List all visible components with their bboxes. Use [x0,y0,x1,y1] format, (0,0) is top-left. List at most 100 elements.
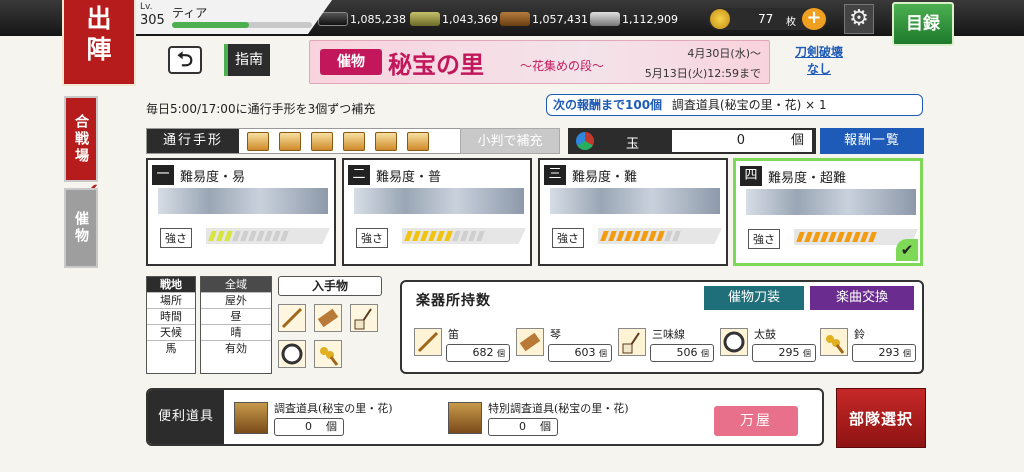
whetstone-icon [500,12,530,26]
instrument-flute: 笛 682 個 [414,326,518,366]
event-date-end: 5月13日(火)12:59まで [644,67,761,80]
add-koban-button[interactable]: + [802,8,826,30]
exp-bar [172,22,312,28]
strength-gauge [402,228,526,244]
charcoal-icon [318,12,348,26]
survey-tool-unit: 個 [326,420,337,433]
event-banner[interactable]: 催物 秘宝の里 ～花集めの段～ 4月30日(水)～ 5月13日(火)12:59ま… [309,40,770,84]
strength-label: 強さ [552,228,584,248]
strength-gauge [206,228,330,244]
resource-value: 1,057,431 [532,12,588,26]
shop-button[interactable]: 万屋 [714,406,798,436]
level-value: 305 [140,13,165,28]
flute-icon[interactable] [278,304,306,332]
obtainable-label: 入手物 [278,276,382,296]
instrument-inventory-panel: 楽器所持数 催物刀装 楽曲交換 笛 682 個 琴 603 個 三味線 506 … [400,280,924,374]
drum-icon [720,328,748,356]
special-survey-tool-icon [448,402,482,434]
difficulty-card-extreme[interactable]: 四難易度・超難 強さ ✔ [733,158,923,266]
instrument-unit: 個 [803,349,811,358]
strength-label: 強さ [160,228,192,248]
condition-value: 晴 [201,325,271,341]
instrument-name: 琴 [550,328,561,341]
tama-value-box: 0個 [672,130,812,152]
pass-ticket-icon [247,132,269,151]
difficulty-number: 二 [348,165,370,185]
resource-steel: 1,112,909 [590,10,678,28]
instrument-drum: 太鼓 295 個 [720,326,824,366]
difficulty-card-hard[interactable]: 三難易度・難 強さ [538,158,728,266]
survey-tool-count-box: 0個 [274,418,344,436]
squad-select-button[interactable]: 部隊選択 [836,388,926,448]
tab-treasure-event[interactable]: 催物 [64,188,98,268]
reward-list-button[interactable]: 報酬一覧 [820,128,924,154]
difficulty-number: 四 [740,166,762,186]
convenience-items-panel: 便利道具 調査道具(秘宝の里・花) 0個 特別調査道具(秘宝の里・花) 0個 万… [146,388,824,446]
map-preview-image [354,188,524,214]
instrument-unit: 個 [701,349,709,358]
pass-ticket-icon [375,132,397,151]
condition-header: 戦地 [147,277,195,293]
daily-refill-note: 毎日5:00/17:00に通行手形を3個ずつ補充 [146,102,376,116]
obtainable-items: 入手物 [278,276,382,374]
instrument-unit: 個 [903,349,911,358]
sword-break-info[interactable]: 刀剣破壊 なし [786,44,852,82]
special-survey-tool-count: 0 [519,420,526,433]
strength-segment [280,231,289,241]
catalog-button[interactable]: 目録 [892,2,954,46]
gear-icon[interactable]: ⚙ [844,4,874,34]
flute-icon [414,328,442,356]
difficulty-label: 難易度・超難 [768,170,847,186]
pass-ticket-icon [343,132,365,151]
special-survey-tool-count-box: 0個 [488,418,558,436]
bell-icon[interactable] [314,340,342,368]
difficulty-card-easy[interactable]: 一難易度・易 強さ [146,158,336,266]
drum-icon[interactable] [278,340,306,368]
player-name: ティア [172,6,208,20]
conditions-headers: 戦地 場所 時間 天候 馬 [146,276,196,374]
survey-tool-icon [234,402,268,434]
condition-value: 昼 [201,309,271,325]
instrument-name: 太鼓 [754,328,776,341]
next-reward-item: 調査道具(秘宝の里・花) × 1 [671,98,827,112]
condition-header: 馬 [165,342,177,355]
condition-value: 有効 [225,342,247,355]
instrument-unit: 個 [599,349,607,358]
special-survey-tool-name: 特別調査道具(秘宝の里・花) [488,402,629,415]
difficulty-card-normal[interactable]: 二難易度・普 強さ [342,158,532,266]
guide-button[interactable]: 指南 [224,44,270,76]
strength-label: 強さ [356,228,388,248]
sortie-title-banner: 出 陣 [62,0,136,86]
koban-refill-button[interactable]: 小判で補充 [460,128,560,154]
condition-header: 天候 [147,325,195,341]
strength-segment [672,231,681,241]
treasure-equipment-button[interactable]: 催物刀装 [704,286,804,310]
difficulty-header: 二難易度・普 [348,164,441,186]
strength-label: 強さ [748,229,780,249]
sortie-title-char-1: 出 [86,4,112,33]
sword-break-line1: 刀剣破壊 [794,45,843,59]
condition-value: 全域 [201,277,271,293]
map-preview-image [746,189,916,215]
difficulty-label: 難易度・普 [376,169,442,185]
shamisen-icon [618,328,646,356]
difficulty-header: 四難易度・超難 [740,165,846,187]
resource-whetstone: 1,057,431 [500,10,588,28]
music-exchange-button[interactable]: 楽曲交換 [810,286,914,310]
event-date-start: 4月30日(水)～ [687,47,761,60]
instrument-name: 鈴 [854,328,865,341]
event-title: 秘宝の里 [388,50,484,79]
instrument-count: 603 [574,346,596,359]
instrument-count-box: 682 個 [446,344,510,362]
shamisen-icon[interactable] [350,304,378,332]
pass-ticket-icon [407,132,429,151]
special-survey-tool-unit: 個 [540,420,551,433]
koto-icon[interactable] [314,304,342,332]
strength-segment [476,231,485,241]
conditions-values: 全域 屋外 昼 晴 有効 [200,276,272,374]
exp-bar-fill [172,22,249,28]
difficulty-number: 一 [152,165,174,185]
instrument-name: 笛 [448,328,459,341]
tab-battlefield[interactable]: 合戦場 [64,96,98,182]
back-arrow-icon[interactable]: ⮌ [168,46,202,74]
